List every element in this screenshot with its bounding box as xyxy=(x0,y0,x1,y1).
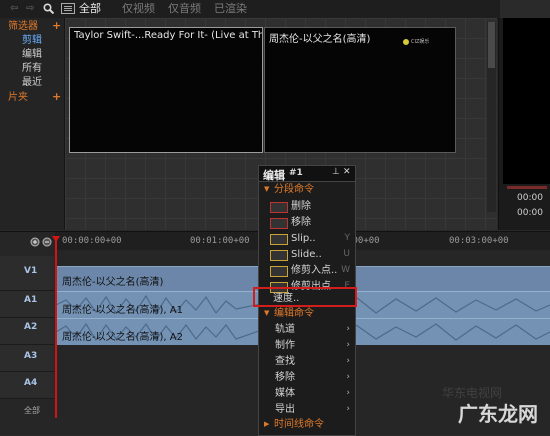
bin-item-clips[interactable]: 剪辑 xyxy=(22,34,42,47)
menu-title: 编辑 xyxy=(263,169,285,182)
trim-in-icon xyxy=(270,266,288,277)
delete-icon xyxy=(270,202,288,213)
menu-item-remove[interactable]: 移除 xyxy=(259,214,355,231)
zoom-in-icon[interactable] xyxy=(30,237,40,247)
timecode-in: 00:00 xyxy=(517,193,543,203)
submenu-arrow-icon: › xyxy=(346,340,350,350)
menu-item-produce[interactable]: 制作 › xyxy=(259,337,355,354)
media-thumbnail[interactable]: Taylor Swift-...Ready For It- (Live at T… xyxy=(69,27,263,153)
thumbnail-title: 周杰伦-以父之名(高清) xyxy=(269,34,371,45)
forward-arrow-icon[interactable]: ⇨ xyxy=(26,2,34,16)
track-header-a4[interactable]: A4 xyxy=(0,372,54,399)
timeline-commands-header[interactable]: ▶ 时间线命令 xyxy=(259,417,355,432)
tab-video-only[interactable]: 仅视频 xyxy=(122,2,155,16)
remove-icon xyxy=(270,218,288,229)
tab-audio-only[interactable]: 仅音频 xyxy=(168,2,201,16)
track-label: A3 xyxy=(24,351,38,361)
track-label: A4 xyxy=(24,378,38,388)
playhead[interactable] xyxy=(55,238,57,418)
track-header-a2[interactable]: A2 xyxy=(0,318,54,345)
clips-header[interactable]: 片夹 xyxy=(8,91,28,104)
track-header-a3[interactable]: A3 xyxy=(0,345,54,372)
menu-item-slide[interactable]: Slide.. U xyxy=(259,246,355,263)
timecode-out: 00:00 xyxy=(517,208,543,218)
close-icon[interactable]: ✕ xyxy=(343,167,351,177)
edit-menu-titlebar[interactable]: 编辑 #1 ⊥ ✕ xyxy=(259,166,355,182)
submenu-arrow-icon: › xyxy=(346,388,350,398)
tab-rendered[interactable]: 已渲染 xyxy=(214,2,247,16)
ruler-timecode: 00:03:00+00 xyxy=(449,236,509,246)
track-label: V1 xyxy=(24,266,38,276)
collapse-triangle-icon: ▼ xyxy=(264,185,270,193)
track-label: A1 xyxy=(24,295,38,305)
menu-item-trim-in[interactable]: 修剪入点.. W xyxy=(259,262,355,279)
menu-item-delete[interactable]: 删除 xyxy=(259,198,355,215)
edit-commands-header[interactable]: ▼ 编辑命令 xyxy=(259,306,355,321)
menu-item-media[interactable]: 媒体 › xyxy=(259,385,355,402)
search-icon[interactable] xyxy=(43,3,54,14)
clip-label: 周杰伦-以父之名(高清), A1 xyxy=(62,305,183,316)
segment-commands-header[interactable]: ▼ 分段命令 xyxy=(259,182,355,197)
track-group-all[interactable]: 全部 xyxy=(24,405,40,416)
preview-progress[interactable] xyxy=(507,186,547,189)
media-thumbnail[interactable]: 周杰伦-以父之名(高清) CIZ娱乐 xyxy=(264,27,456,153)
expand-triangle-icon: ▶ xyxy=(264,420,270,428)
track-header-v1[interactable]: V1 xyxy=(0,256,54,291)
submenu-arrow-icon: › xyxy=(346,324,350,334)
menu-item-slip[interactable]: Slip.. Y xyxy=(259,230,355,247)
menu-item-track[interactable]: 轨道 › xyxy=(259,321,355,338)
menu-item-remove-sub[interactable]: 移除 › xyxy=(259,369,355,386)
tab-all[interactable]: 全部 xyxy=(79,2,101,16)
track-header-a1[interactable]: A1 xyxy=(0,291,54,318)
ruler-timecode: 00:01:00+00 xyxy=(190,236,250,246)
scrollbar-thumb[interactable] xyxy=(488,22,495,68)
add-bin-icon[interactable]: + xyxy=(52,90,61,103)
ruler-timecode: 00:00:00+00 xyxy=(62,236,122,246)
clip-label: 周杰伦-以父之名(高清) xyxy=(62,277,164,288)
menu-item-find[interactable]: 查找 › xyxy=(259,353,355,370)
list-view-icon[interactable] xyxy=(61,3,75,14)
submenu-arrow-icon: › xyxy=(346,404,350,414)
add-filter-icon[interactable]: + xyxy=(52,19,61,32)
menu-item-export[interactable]: 导出 › xyxy=(259,401,355,418)
menu-title-suffix: #1 xyxy=(289,168,303,178)
speed-highlight-box xyxy=(253,287,357,307)
slip-icon xyxy=(270,234,288,245)
preview-screen xyxy=(503,18,550,184)
watermark-text: 广东龙网 xyxy=(458,402,538,426)
submenu-arrow-icon: › xyxy=(346,356,350,366)
bin-item-edits[interactable]: 编辑 xyxy=(22,48,42,61)
back-arrow-icon[interactable]: ⇦ xyxy=(10,2,18,16)
zoom-out-icon[interactable] xyxy=(42,237,52,247)
bin-item-recent[interactable]: 最近 xyxy=(22,76,42,89)
pin-icon[interactable]: ⊥ xyxy=(332,167,340,177)
collapse-triangle-icon: ▼ xyxy=(264,309,270,317)
bin-item-all[interactable]: 所有 xyxy=(22,62,42,75)
channel-logo: CIZ娱乐 xyxy=(403,39,433,46)
thumbnail-title: Taylor Swift-...Ready For It- (Live at T… xyxy=(74,30,262,41)
slide-icon xyxy=(270,250,288,261)
submenu-arrow-icon: › xyxy=(346,372,350,382)
preview-panel: 00:00 00:00 xyxy=(498,18,550,230)
bin-panel: 筛选器 + 剪辑 编辑 所有 最近 片夹 + xyxy=(0,18,65,230)
watermark: 华东电视网 广东龙网 xyxy=(440,386,550,434)
track-label: A2 xyxy=(24,322,38,332)
top-toolbar: ⇦ ⇨ 全部 仅视频 仅音频 已渲染 xyxy=(0,0,500,19)
filter-header[interactable]: 筛选器 xyxy=(8,20,38,33)
clip-label: 周杰伦-以父之名(高清), A2 xyxy=(62,332,183,343)
